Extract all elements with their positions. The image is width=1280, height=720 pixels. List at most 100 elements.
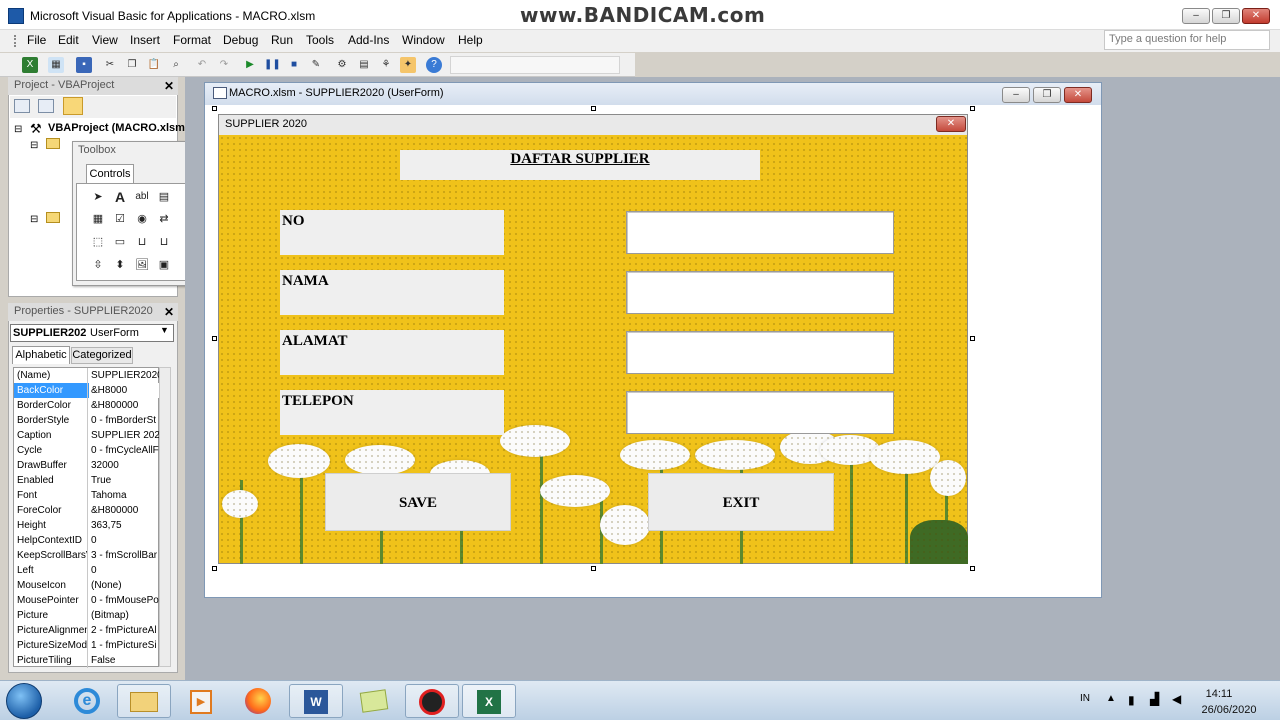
property-row[interactable]: BorderColor &H800000 (14, 398, 160, 413)
textbox-telepon[interactable] (626, 391, 894, 434)
break-icon[interactable]: ❚❚ (264, 57, 281, 73)
insert-userform-icon[interactable]: ▦ (48, 57, 64, 73)
userform-close-button[interactable]: ✕ (936, 116, 966, 132)
minimize-button[interactable]: – (1182, 8, 1210, 24)
property-row[interactable]: Caption SUPPLIER 2020 (14, 428, 160, 443)
property-row[interactable]: (Name) SUPPLIER2020 (14, 368, 160, 383)
menu-help[interactable]: Help (458, 33, 483, 47)
property-row[interactable]: BackColor &H8000 (14, 383, 160, 398)
menu-file[interactable]: File (27, 33, 46, 47)
property-value[interactable]: 0 - fmCycleAllF (89, 443, 159, 458)
checkbox-tool-icon[interactable]: ☑ (112, 211, 128, 227)
property-row[interactable]: Height 363,75 (14, 518, 160, 533)
toolbox-tab-controls[interactable]: Controls (86, 164, 134, 184)
property-value[interactable]: &H800000 (89, 398, 159, 413)
copy-icon[interactable]: ❐ (124, 57, 140, 73)
properties-window-icon[interactable]: ▤ (356, 57, 372, 73)
property-value[interactable]: SUPPLIER2020 (89, 368, 159, 383)
property-row[interactable]: ForeColor &H800000 (14, 503, 160, 518)
label-tool-icon[interactable]: A (112, 189, 128, 205)
commandbutton-tool-icon[interactable]: ▭ (112, 234, 128, 250)
property-row[interactable]: PictureSizeMode 1 - fmPictureSi (14, 638, 160, 653)
spinbutton-tool-icon[interactable]: ⬍ (112, 257, 128, 273)
property-value[interactable]: 0 - fmMousePo (89, 593, 159, 608)
tree-root-label[interactable]: VBAProject (MACRO.xlsm (48, 122, 185, 134)
property-row[interactable]: BorderStyle 0 - fmBorderSt (14, 413, 160, 428)
redo-icon[interactable]: ↷ (216, 57, 232, 73)
property-row[interactable]: MousePointer 0 - fmMousePo (14, 593, 160, 608)
property-value[interactable]: 3 - fmScrollBar (89, 548, 159, 563)
property-row[interactable]: PictureAlignmen 2 - fmPictureAl (14, 623, 160, 638)
property-value[interactable]: False (89, 653, 159, 668)
listbox-tool-icon[interactable]: ▦ (90, 211, 106, 227)
property-row[interactable]: PictureTiling False (14, 653, 160, 668)
cut-icon[interactable]: ✂ (102, 57, 118, 73)
help-icon[interactable]: ? (426, 57, 442, 73)
menu-debug[interactable]: Debug (223, 33, 258, 47)
resize-handle[interactable] (970, 106, 975, 111)
togglebutton-tool-icon[interactable]: ⇄ (156, 211, 172, 227)
multipage-tool-icon[interactable]: ⊔ (156, 234, 172, 250)
bandicam-icon[interactable] (405, 684, 459, 718)
property-value[interactable]: 0 (89, 563, 159, 578)
property-value[interactable]: 1 - fmPictureSi (89, 638, 159, 653)
refedit-tool-icon[interactable]: ▣ (156, 257, 172, 273)
frame-tool-icon[interactable]: ⬚ (90, 234, 106, 250)
firefox-icon[interactable] (231, 684, 285, 718)
property-value[interactable]: SUPPLIER 2020 (89, 428, 159, 443)
start-button[interactable] (6, 683, 42, 719)
property-row[interactable]: HelpContextID 0 (14, 533, 160, 548)
property-value[interactable]: (Bitmap) (89, 608, 159, 623)
chevron-down-icon[interactable]: ▼ (160, 325, 169, 335)
property-row[interactable]: Cycle 0 - fmCycleAllF (14, 443, 160, 458)
paste-icon[interactable]: 📋 (146, 57, 162, 73)
menu-view[interactable]: View (92, 33, 118, 47)
property-row[interactable]: Picture (Bitmap) (14, 608, 160, 623)
view-code-icon[interactable] (14, 99, 30, 113)
combobox-tool-icon[interactable]: ▤ (156, 189, 172, 205)
tab-categorized[interactable]: Categorized (71, 347, 133, 364)
textbox-nama[interactable] (626, 271, 894, 314)
property-value[interactable]: 0 - fmBorderSt (89, 413, 159, 428)
undo-icon[interactable]: ↶ (194, 57, 210, 73)
word-icon[interactable]: W (289, 684, 343, 718)
resize-handle[interactable] (212, 106, 217, 111)
tree-expand-icon[interactable]: ⊟ (30, 140, 38, 151)
menu-addins[interactable]: Add-Ins (348, 33, 389, 47)
run-icon[interactable]: ▶ (242, 57, 258, 73)
save-button[interactable]: SAVE (325, 473, 511, 531)
menu-insert[interactable]: Insert (130, 33, 160, 47)
property-value[interactable]: 32000 (89, 458, 159, 473)
child-close-button[interactable]: ✕ (1064, 87, 1092, 103)
object-browser-icon[interactable]: ⚘ (378, 57, 394, 73)
volume-icon[interactable]: ◀ (1172, 692, 1181, 706)
show-hidden-icons-icon[interactable]: ▲ (1106, 693, 1116, 704)
view-object-icon[interactable] (38, 99, 54, 113)
property-row[interactable]: DrawBuffer 32000 (14, 458, 160, 473)
scrollbar-tool-icon[interactable]: ⇳ (90, 257, 106, 273)
view-excel-icon[interactable]: X (22, 57, 38, 73)
property-value[interactable]: &H800000 (89, 503, 159, 518)
save-icon[interactable]: ▪ (76, 57, 92, 73)
clock-date[interactable]: 26/06/2020 (1194, 704, 1264, 716)
tab-alphabetic[interactable]: Alphabetic (12, 346, 70, 364)
close-button[interactable]: ✕ (1242, 8, 1270, 24)
menu-window[interactable]: Window (402, 33, 445, 47)
properties-scrollbar[interactable] (159, 367, 171, 667)
tabstrip-tool-icon[interactable]: ⊔ (134, 234, 150, 250)
resize-handle[interactable] (212, 336, 217, 341)
child-minimize-button[interactable]: – (1002, 87, 1030, 103)
textbox-alamat[interactable] (626, 331, 894, 374)
excel-icon[interactable]: X (462, 684, 516, 718)
property-value[interactable]: True (89, 473, 159, 488)
file-explorer-icon[interactable] (117, 684, 171, 718)
project-explorer-icon[interactable]: ⚙ (334, 57, 350, 73)
tree-expand-icon[interactable]: ⊟ (14, 124, 22, 135)
network-icon[interactable]: ▟ (1150, 692, 1159, 706)
property-value[interactable]: 363,75 (89, 518, 159, 533)
menu-run[interactable]: Run (271, 33, 293, 47)
menu-format[interactable]: Format (173, 33, 211, 47)
menu-tools[interactable]: Tools (306, 33, 334, 47)
property-value[interactable]: &H8000 (89, 383, 159, 398)
properties-close-icon[interactable]: ✕ (162, 305, 176, 319)
